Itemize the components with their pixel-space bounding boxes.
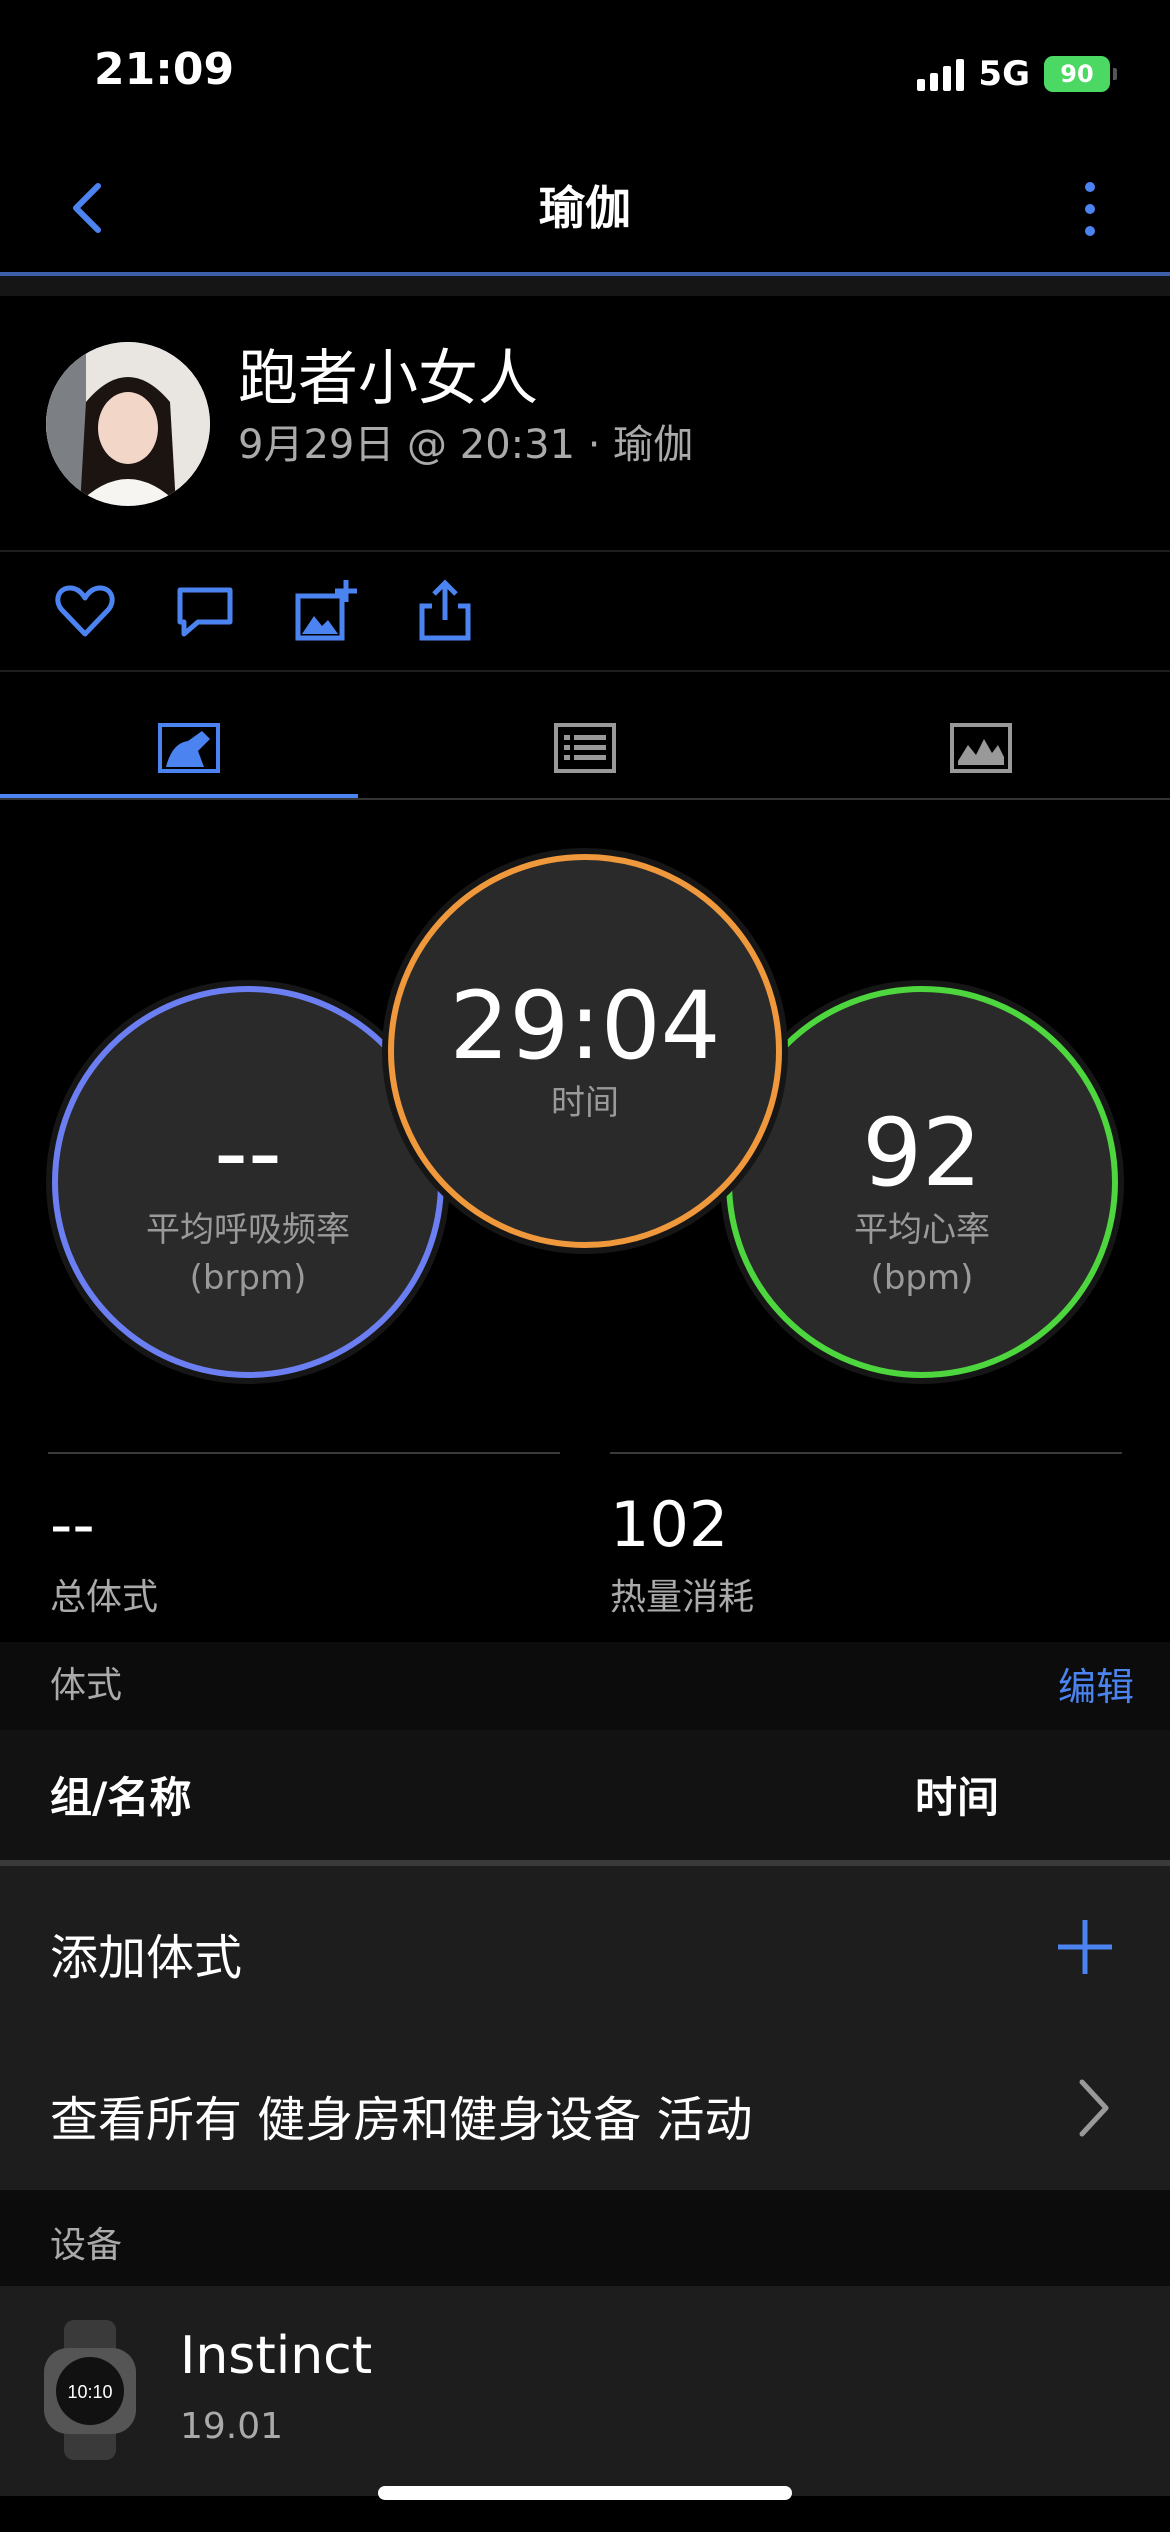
- add-pose-label: 添加体式: [50, 1930, 243, 1986]
- battery-icon: 90: [1044, 56, 1117, 92]
- avatar-image: [46, 342, 210, 506]
- chevron-right-icon: [1079, 2079, 1109, 2137]
- network-label: 5G: [978, 54, 1030, 94]
- status-indicators: 5G 90: [917, 52, 1117, 96]
- page-title: 瑜伽: [539, 181, 631, 235]
- heart-icon: [55, 585, 115, 637]
- chart-tab-icon: [950, 723, 1012, 773]
- status-time: 21:09: [94, 44, 235, 95]
- duration-label: 时间: [551, 1083, 619, 1123]
- user-name: 跑者小女人: [238, 344, 538, 414]
- tab-summary[interactable]: [0, 698, 378, 798]
- tab-details[interactable]: [396, 698, 774, 798]
- activity-meta: 9月29日 @ 20:31 · 瑜伽: [238, 422, 694, 468]
- breathing-rate-value: --: [214, 1099, 282, 1208]
- comment-icon: [177, 587, 233, 637]
- share-icon: [419, 579, 471, 641]
- device-row[interactable]: [0, 2286, 1170, 2496]
- heart-rate-label: 平均心率: [854, 1210, 990, 1250]
- devices-section-title: 设备: [50, 2225, 123, 2266]
- col-time-header: 时间: [915, 1773, 1000, 1822]
- battery-level: 90: [1060, 60, 1094, 88]
- view-all-activities-label: 查看所有 健身房和健身设备 活动: [50, 2092, 753, 2148]
- heart-rate-unit: (bpm): [870, 1258, 974, 1298]
- more-icon: [1085, 182, 1095, 192]
- plus-icon[interactable]: [1056, 1918, 1114, 1976]
- poses-section-title: 体式: [50, 1665, 123, 1706]
- summary-tab-icon: [158, 723, 220, 773]
- add-photo-button[interactable]: [290, 576, 360, 646]
- calories-value: 102: [610, 1488, 729, 1561]
- breathing-rate-metric: -- 平均呼吸频率 (brpm): [52, 986, 444, 1378]
- comment-button[interactable]: [170, 576, 240, 646]
- total-poses-value: --: [50, 1488, 95, 1561]
- tab-charts[interactable]: [792, 698, 1170, 798]
- breathing-rate-unit: (brpm): [189, 1258, 307, 1298]
- like-button[interactable]: [50, 576, 120, 646]
- share-button[interactable]: [410, 576, 480, 646]
- poses-section-header: [0, 1642, 1170, 1730]
- avatar[interactable]: [46, 342, 210, 506]
- col-name-header: 组/名称: [50, 1773, 192, 1822]
- signal-icon: [917, 57, 965, 91]
- more-button[interactable]: [1070, 178, 1110, 240]
- details-tab-icon: [554, 723, 616, 773]
- total-poses-label: 总体式: [50, 1577, 159, 1618]
- heart-rate-value: 92: [862, 1099, 982, 1208]
- device-name: Instinct: [180, 2326, 373, 2386]
- calories-label: 热量消耗: [610, 1577, 755, 1618]
- home-indicator[interactable]: [378, 2486, 792, 2500]
- devices-section-header: [0, 2190, 1170, 2286]
- heart-rate-metric: 92 平均心率 (bpm): [726, 986, 1118, 1378]
- edit-poses-button[interactable]: 编辑: [1058, 1656, 1134, 1711]
- duration-value: 29:04: [449, 972, 721, 1081]
- add-photo-icon: [295, 580, 357, 641]
- duration-metric: 29:04 时间: [388, 854, 782, 1248]
- breathing-rate-label: 平均呼吸频率: [146, 1210, 350, 1250]
- device-version: 19.01: [180, 2406, 284, 2447]
- divider: [0, 550, 1170, 552]
- watch-icon: 10:10: [44, 2320, 136, 2460]
- svg-text:10:10: 10:10: [67, 2382, 112, 2402]
- divider: [0, 670, 1170, 672]
